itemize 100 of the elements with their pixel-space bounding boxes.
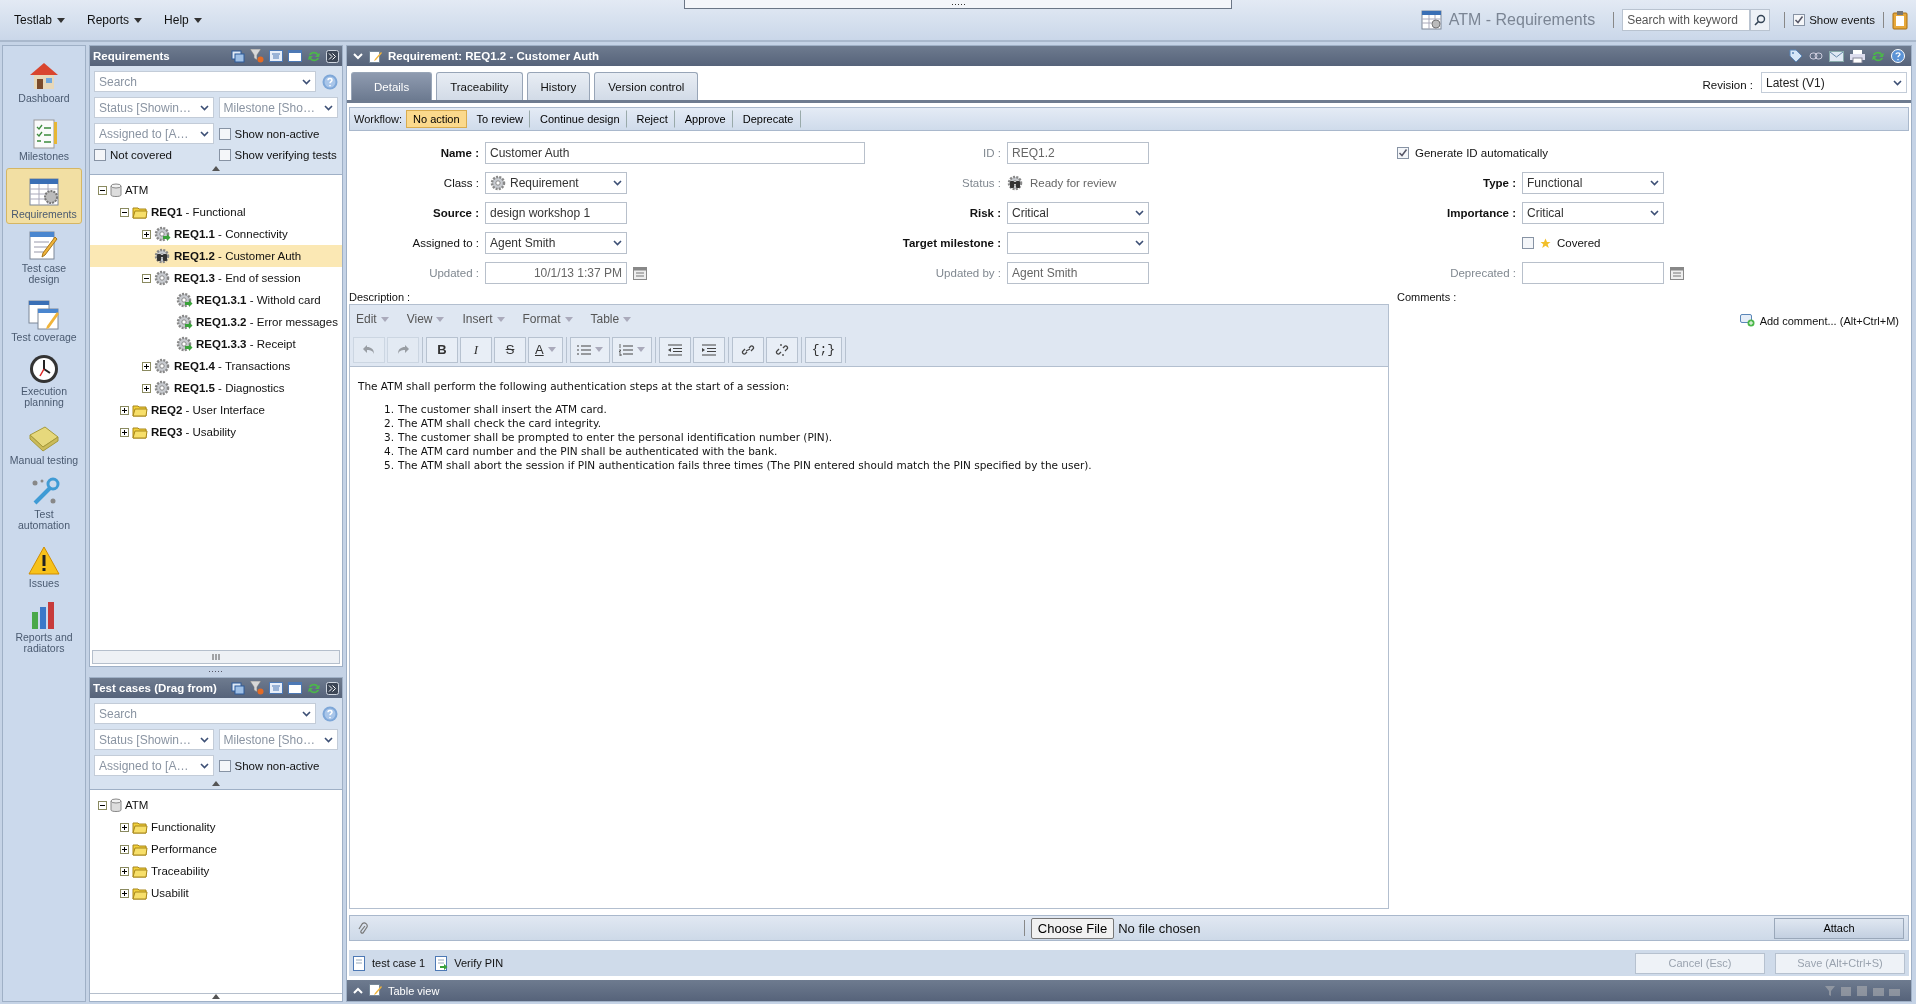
link-button[interactable]: [731, 336, 764, 363]
refresh-icon[interactable]: [1871, 49, 1885, 63]
italic-button[interactable]: I: [460, 336, 492, 363]
tree-item[interactable]: Performance: [90, 838, 342, 860]
collapse-icon[interactable]: [142, 273, 151, 283]
workflow-button[interactable]: Continue design: [533, 110, 627, 128]
nav-item[interactable]: Manual testing: [6, 414, 82, 471]
expand-icon[interactable]: [142, 229, 151, 239]
link-icon[interactable]: [1809, 52, 1823, 60]
filter-icon[interactable]: [250, 49, 264, 63]
double-chevron-icon[interactable]: [326, 49, 339, 63]
chevron-icon[interactable]: [353, 52, 363, 60]
nav-item[interactable]: Test automation: [6, 472, 82, 536]
checkbox[interactable]: [218, 127, 231, 140]
nav-item[interactable]: Execution planning: [6, 349, 82, 413]
tag-icon[interactable]: [1789, 49, 1803, 63]
tree-item[interactable]: ATM: [90, 179, 342, 201]
collapse-icon[interactable]: [98, 185, 107, 195]
tree-item[interactable]: REQ2 - User Interface: [90, 399, 342, 421]
filter-icon[interactable]: [250, 681, 264, 695]
refresh-icon[interactable]: [307, 49, 321, 63]
editor-menu[interactable]: Insert: [462, 312, 505, 326]
tree-item[interactable]: REQ1.3.2 - Error messages: [90, 311, 342, 333]
clipboard-icon[interactable]: [1892, 10, 1908, 30]
workflow-button[interactable]: To review: [469, 110, 531, 128]
scrollbar[interactable]: [92, 650, 340, 664]
tab[interactable]: Version control: [594, 72, 699, 100]
date-field[interactable]: [1522, 262, 1664, 284]
nav-item[interactable]: Reports and radiators: [6, 595, 82, 659]
help-icon[interactable]: [322, 73, 338, 90]
tree-item[interactable]: REQ3 - Usability: [90, 421, 342, 443]
expand-icon[interactable]: [120, 405, 129, 415]
tree-item[interactable]: Usabilit: [90, 882, 342, 904]
menu-item[interactable]: Help: [156, 13, 210, 27]
dropdown[interactable]: Critical: [1522, 202, 1664, 224]
numbers-button[interactable]: [611, 336, 652, 363]
calendar-icon[interactable]: [633, 266, 647, 280]
checkbox[interactable]: [218, 759, 231, 772]
editor-menu[interactable]: Format: [522, 312, 573, 326]
text-field[interactable]: Customer Auth: [485, 142, 865, 164]
tree-item[interactable]: REQ1.2 - Customer Auth: [90, 245, 342, 267]
list-icon[interactable]: [269, 50, 283, 62]
revision-dropdown[interactable]: Latest (V1): [1761, 72, 1907, 93]
workflow-button[interactable]: Reject: [629, 110, 675, 128]
choose-file-button[interactable]: Choose File: [1030, 917, 1115, 939]
nav-item[interactable]: Milestones: [6, 110, 82, 166]
checkbox[interactable]: [1397, 147, 1409, 159]
tree-item[interactable]: REQ1.3 - End of session: [90, 267, 342, 289]
tree-item[interactable]: REQ1 - Functional: [90, 201, 342, 223]
checkbox[interactable]: [1522, 237, 1534, 249]
nav-item[interactable]: Dashboard: [6, 52, 82, 108]
indent-button[interactable]: [692, 336, 725, 363]
expand-icon[interactable]: [120, 427, 129, 437]
window-icon[interactable]: [288, 50, 302, 62]
expand-icon[interactable]: [120, 866, 129, 876]
print-icon[interactable]: [1850, 49, 1865, 63]
calendar-icon[interactable]: [1670, 266, 1684, 280]
code-button[interactable]: {;}: [804, 336, 843, 363]
help-icon[interactable]: [322, 705, 338, 722]
collapse-icon[interactable]: [120, 207, 129, 217]
double-chevron-icon[interactable]: [326, 681, 339, 695]
workflow-button[interactable]: Deprecate: [735, 110, 801, 128]
expand-icon[interactable]: [120, 888, 129, 898]
list-icon[interactable]: [269, 682, 283, 694]
tab[interactable]: Details: [351, 72, 433, 100]
nav-item[interactable]: Requirements: [6, 168, 82, 224]
workflow-button[interactable]: No action: [406, 110, 467, 128]
workflow-button[interactable]: Approve: [677, 110, 733, 128]
description-text[interactable]: The ATM shall perform the following authentication steps at the start of a session: 1. The customer shall insert the ATM card. 2. The ATM shall check the card integrity. 3. The customer shall be prompted to enter the personal identification number (PIN). 4. The ATM card number and the PIN shall be authenticated with the bank. 5. The ATM shall abort the session if PIN authentication fails three times (The PIN entered should match the PIN specified by the user).: [350, 367, 1388, 908]
tab[interactable]: Traceability: [436, 72, 523, 100]
expand-icon[interactable]: [142, 361, 151, 371]
search-button[interactable]: [1750, 9, 1771, 31]
text-field[interactable]: design workshop 1: [485, 202, 627, 224]
expand-icon[interactable]: [120, 844, 129, 854]
drag-handle[interactable]: [684, 0, 1232, 9]
attach-button[interactable]: Attach: [1774, 917, 1904, 939]
keyword-search-field[interactable]: Search with keyword: [1622, 9, 1751, 31]
tree-item[interactable]: REQ1.3.3 - Receipt: [90, 333, 342, 355]
tree-item[interactable]: REQ1.4 - Transactions: [90, 355, 342, 377]
text-color-button[interactable]: A: [528, 336, 563, 363]
menu-item[interactable]: Reports: [79, 13, 151, 27]
refresh-icon[interactable]: [307, 681, 321, 695]
windows-icon[interactable]: [231, 49, 245, 63]
expand-icon[interactable]: [142, 383, 151, 393]
dropdown[interactable]: Critical: [1007, 202, 1149, 224]
windows-icon[interactable]: [231, 681, 245, 695]
editor-menu[interactable]: Edit: [356, 312, 389, 326]
collapse-icon[interactable]: [98, 800, 107, 810]
editor-menu[interactable]: Table: [590, 312, 632, 326]
add-comment-link[interactable]: Add comment... (Alt+Ctrl+M): [1739, 314, 1899, 327]
checkbox[interactable]: [218, 149, 231, 161]
editor-menu[interactable]: View: [406, 312, 445, 326]
dropdown[interactable]: Functional: [1522, 172, 1664, 194]
checkbox[interactable]: [1793, 14, 1806, 26]
help-icon[interactable]: [1891, 49, 1905, 63]
expand-icon[interactable]: [120, 822, 129, 832]
nav-item[interactable]: Issues: [6, 537, 82, 594]
checkbox[interactable]: [94, 149, 106, 161]
window-icon[interactable]: [288, 682, 302, 694]
tree-item[interactable]: Traceability: [90, 860, 342, 882]
